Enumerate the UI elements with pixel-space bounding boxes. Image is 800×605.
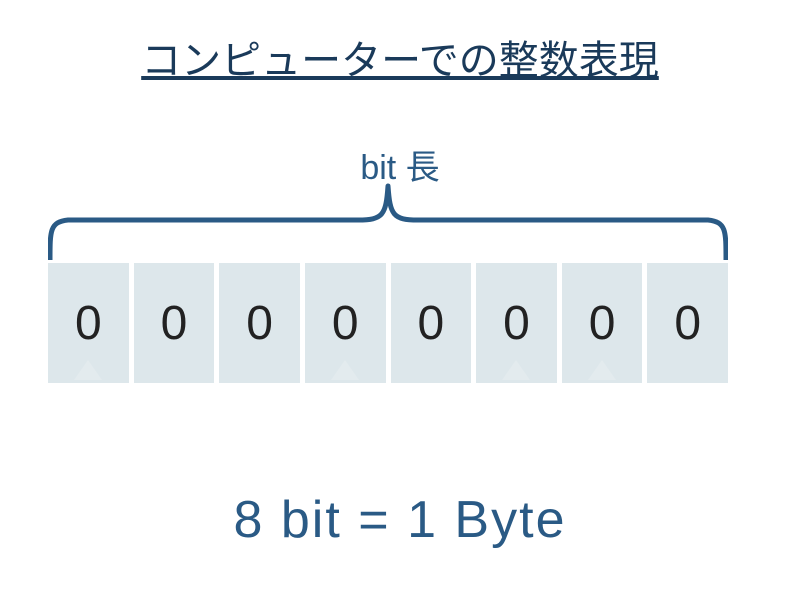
bit-value: 0 — [674, 296, 701, 351]
brace-top — [48, 180, 728, 260]
bit-cell: 0 — [647, 263, 728, 383]
bit-value: 0 — [503, 296, 530, 351]
bit-cell: 0 — [134, 263, 215, 383]
byte-equation: 8 bit = 1 Byte — [0, 490, 800, 550]
bit-value: 0 — [417, 296, 444, 351]
triangle-icon — [74, 360, 102, 380]
bit-value: 0 — [332, 296, 359, 351]
bit-cell: 0 — [391, 263, 472, 383]
bit-cell: 0 — [476, 263, 557, 383]
triangle-icon — [588, 360, 616, 380]
page-title: コンピューターでの整数表現 — [0, 28, 800, 86]
bits-row: 0 0 0 0 0 0 0 0 — [48, 263, 728, 383]
bit-value: 0 — [589, 296, 616, 351]
bit-cell: 0 — [48, 263, 129, 383]
bit-value: 0 — [246, 296, 273, 351]
bit-cell: 0 — [305, 263, 386, 383]
bit-cell: 0 — [219, 263, 300, 383]
triangle-icon — [331, 360, 359, 380]
bit-cell: 0 — [562, 263, 643, 383]
bit-value: 0 — [75, 296, 102, 351]
bit-value: 0 — [161, 296, 188, 351]
triangle-icon — [502, 360, 530, 380]
